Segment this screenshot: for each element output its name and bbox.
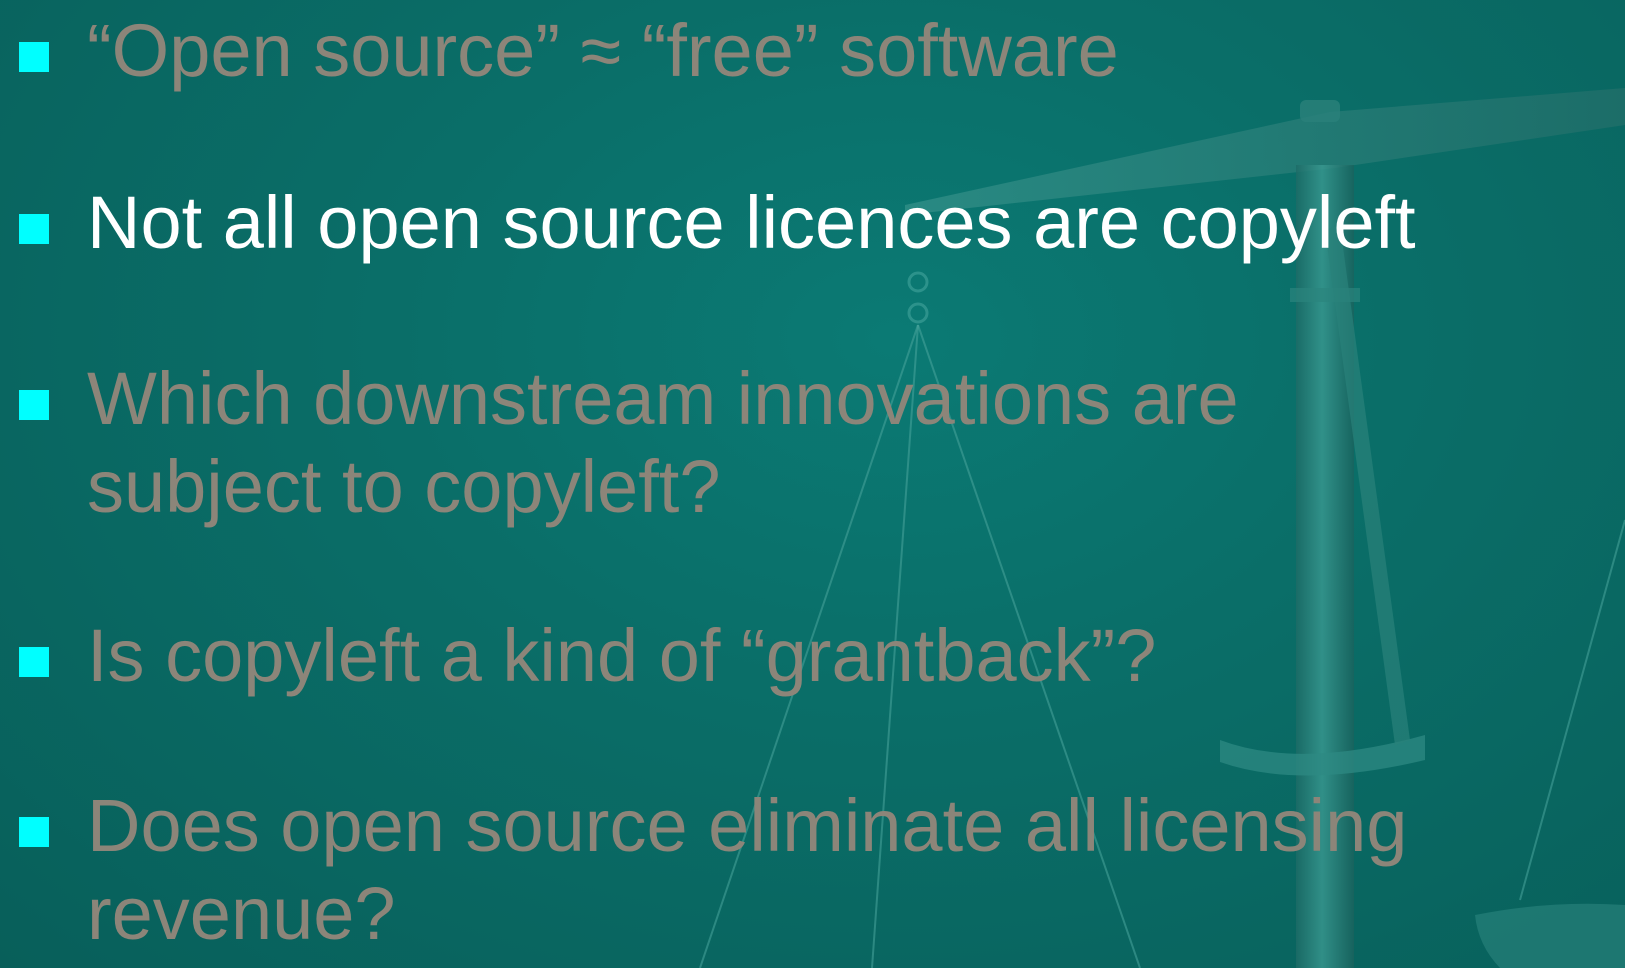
- bullet-text: “Open source” ≈ “free” software: [87, 9, 1119, 92]
- bullet-text: Is copyleft a kind of “grantback”?: [87, 614, 1157, 697]
- bullet-text-line-2: revenue?: [87, 872, 396, 955]
- bullet-marker: [19, 214, 49, 244]
- bullet-text-line-2: subject to copyleft?: [87, 445, 721, 528]
- bullet-text-line-1: Which downstream innovations are: [87, 357, 1239, 440]
- bullet-marker: [19, 647, 49, 677]
- bullet-marker: [19, 390, 49, 420]
- bullet-text-line-1: Does open source eliminate all licensing: [87, 784, 1408, 867]
- bullet-marker: [19, 42, 49, 72]
- bullet-text: Not all open source licences are copylef…: [87, 181, 1416, 264]
- bullet-marker: [19, 817, 49, 847]
- bullet-list: “Open source” ≈ “free” software Not all …: [0, 0, 1625, 968]
